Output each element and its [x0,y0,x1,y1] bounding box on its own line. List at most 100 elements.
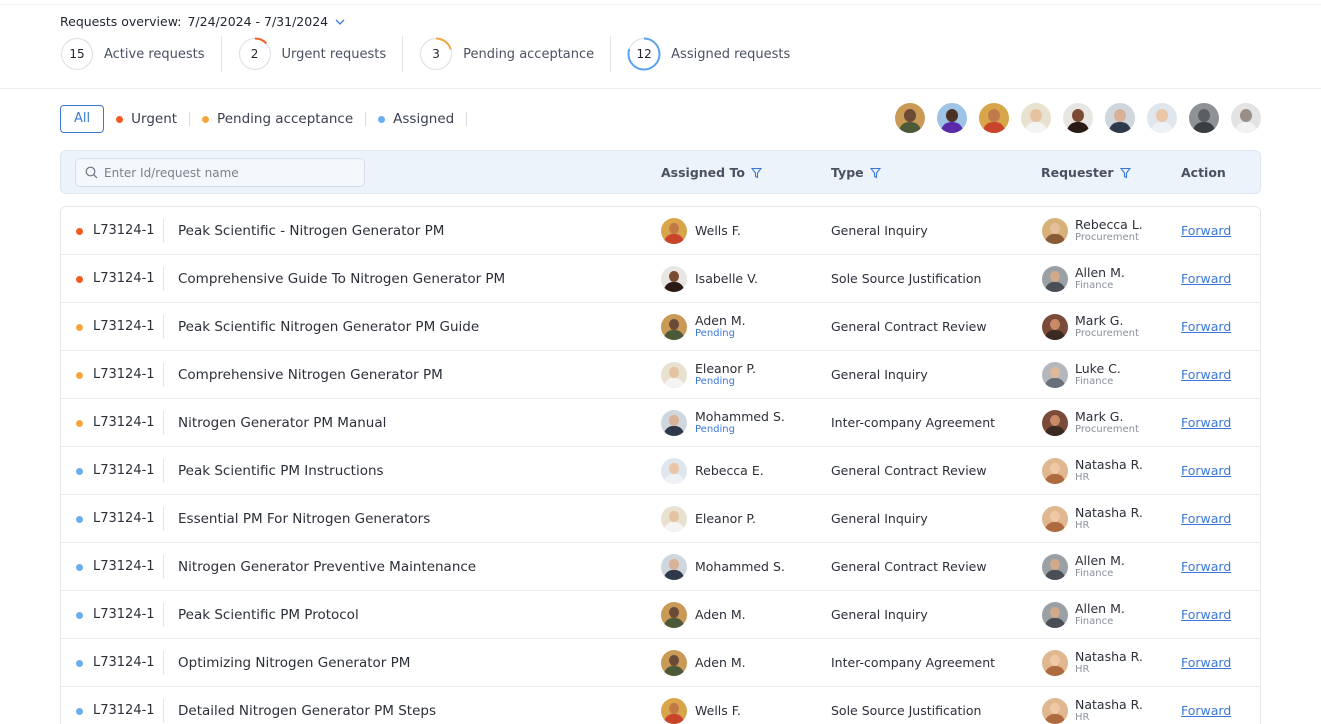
team-avatar[interactable] [1231,103,1261,133]
status-dot [378,115,386,123]
requester-label: Requester [1041,165,1114,180]
team-avatar[interactable] [1063,103,1093,133]
forward-link[interactable]: Forward [1181,271,1231,286]
requester: Mark G. Procurement [1075,303,1139,351]
table-row[interactable]: L73124-1 Comprehensive Nitrogen Generator… [61,351,1260,399]
type-label: Type [831,165,864,180]
forward-link[interactable]: Forward [1181,367,1231,382]
assignee-avatar [661,458,687,484]
forward-link[interactable]: Forward [1181,415,1231,430]
table-row[interactable]: L73124-1 Optimizing Nitrogen Generator PM… [61,639,1260,687]
assignee-avatar [661,698,687,724]
forward-link[interactable]: Forward [1181,703,1231,718]
avatar-body [1045,426,1065,436]
chevron-down-icon[interactable] [334,16,346,28]
requester-department: Finance [1075,616,1114,627]
team-avatar[interactable] [937,103,967,133]
requester-avatar [1042,650,1068,676]
filter-chip-urgent[interactable]: Urgent [104,111,191,127]
table-row[interactable]: L73124-1 Comprehensive Guide To Nitrogen … [61,255,1260,303]
avatar-body [664,570,684,580]
avatar-body [664,282,684,292]
filter-all-button[interactable]: All [60,105,105,133]
forward-link[interactable]: Forward [1181,463,1231,478]
request-name[interactable]: Peak Scientific PM Instructions [178,463,384,479]
requester-avatar [1042,506,1068,532]
table-row[interactable]: L73124-1 Peak Scientific - Nitrogen Gener… [61,207,1260,255]
request-type: General Inquiry [831,607,928,622]
forward-link[interactable]: Forward [1181,223,1231,238]
column-header-type[interactable]: Type [831,165,881,180]
assignee-avatar [661,554,687,580]
table-row[interactable]: L73124-1 Nitrogen Generator PM Manual Moha… [61,399,1260,447]
table-row[interactable]: L73124-1 Peak Scientific PM Instructions R… [61,447,1260,495]
request-type: Inter-company Agreement [831,415,996,430]
table-row[interactable]: L73124-1 Essential PM For Nitrogen Genera… [61,495,1260,543]
forward-link[interactable]: Forward [1181,559,1231,574]
avatar-head [1240,109,1252,122]
table-row[interactable]: L73124-1 Peak Scientific Nitrogen Generat… [61,303,1260,351]
request-type: General Contract Review [831,319,987,334]
assignee: Rebecca E. [695,447,764,495]
table-row[interactable]: L73124-1 Detailed Nitrogen Generator PM S… [61,687,1260,724]
request-name[interactable]: Nitrogen Generator PM Manual [178,415,386,431]
forward-link[interactable]: Forward [1181,511,1231,526]
stat-item[interactable]: 3 Pending acceptance [402,36,610,72]
request-id: L73124-1 [93,559,155,574]
avatar-head [669,703,679,714]
filter-chip-pending-acceptance[interactable]: Pending acceptance [190,111,367,127]
table-row[interactable]: L73124-1 Nitrogen Generator Preventive Ma… [61,543,1260,591]
assignee: Mohammed S. [695,543,785,591]
stat-item[interactable]: 2 Urgent requests [220,36,403,72]
requester: Natasha R. HR [1075,639,1143,687]
team-avatar[interactable] [1021,103,1051,133]
table-row[interactable]: L73124-1 Peak Scientific PM Protocol Aden … [61,591,1260,639]
assignee-name: Eleanor P. [695,511,756,526]
avatar-head [1072,109,1084,122]
search-input[interactable] [104,165,354,180]
requester-name: Allen M. [1075,553,1125,568]
team-avatar[interactable] [895,103,925,133]
assignee-name: Eleanor P. [695,361,756,376]
request-name[interactable]: Comprehensive Nitrogen Generator PM [178,367,443,383]
request-name[interactable]: Peak Scientific Nitrogen Generator PM Gu… [178,319,479,335]
avatar-body [1109,122,1131,133]
forward-link[interactable]: Forward [1181,655,1231,670]
team-avatar[interactable] [1147,103,1177,133]
filter-funnel-icon[interactable] [869,167,881,179]
column-header-requester[interactable]: Requester [1041,165,1131,180]
action-label: Action [1181,165,1226,180]
avatar-body [664,522,684,532]
assignee-avatar [661,314,687,340]
filter-chip-assigned[interactable]: Assigned [366,111,468,127]
assignee-name: Wells F. [695,223,741,238]
request-name[interactable]: Peak Scientific - Nitrogen Generator PM [178,223,444,239]
team-avatar[interactable] [1189,103,1219,133]
requester-name: Natasha R. [1075,697,1143,712]
stat-label: Pending acceptance [463,46,595,62]
stat-item[interactable]: 12 Assigned requests [610,36,806,72]
stat-item[interactable]: 15 Active requests [60,36,221,72]
request-name[interactable]: Nitrogen Generator Preventive Maintenanc… [178,559,476,575]
column-header-assigned-to[interactable]: Assigned To [661,165,762,180]
status-filters: All Urgent Pending acceptance Assigned [60,105,468,133]
request-name[interactable]: Detailed Nitrogen Generator PM Steps [178,703,436,719]
team-avatar[interactable] [979,103,1009,133]
requester-avatar [1042,554,1068,580]
forward-link[interactable]: Forward [1181,607,1231,622]
stat-count: 2 [250,47,259,61]
status-dot [76,660,83,667]
filter-funnel-icon[interactable] [1119,167,1131,179]
request-name[interactable]: Comprehensive Guide To Nitrogen Generato… [178,271,505,287]
search-box[interactable] [75,158,365,187]
request-name[interactable]: Optimizing Nitrogen Generator PM [178,655,410,671]
team-avatar[interactable] [1105,103,1135,133]
filter-funnel-icon[interactable] [750,167,762,179]
forward-link[interactable]: Forward [1181,319,1231,334]
status-dot [202,115,210,123]
request-name[interactable]: Essential PM For Nitrogen Generators [178,511,430,527]
date-range-selector[interactable]: 7/24/2024 - 7/31/2024 [187,14,328,29]
request-name[interactable]: Peak Scientific PM Protocol [178,607,359,623]
avatar-head [1050,607,1060,618]
assignee-name: Rebecca E. [695,463,764,478]
